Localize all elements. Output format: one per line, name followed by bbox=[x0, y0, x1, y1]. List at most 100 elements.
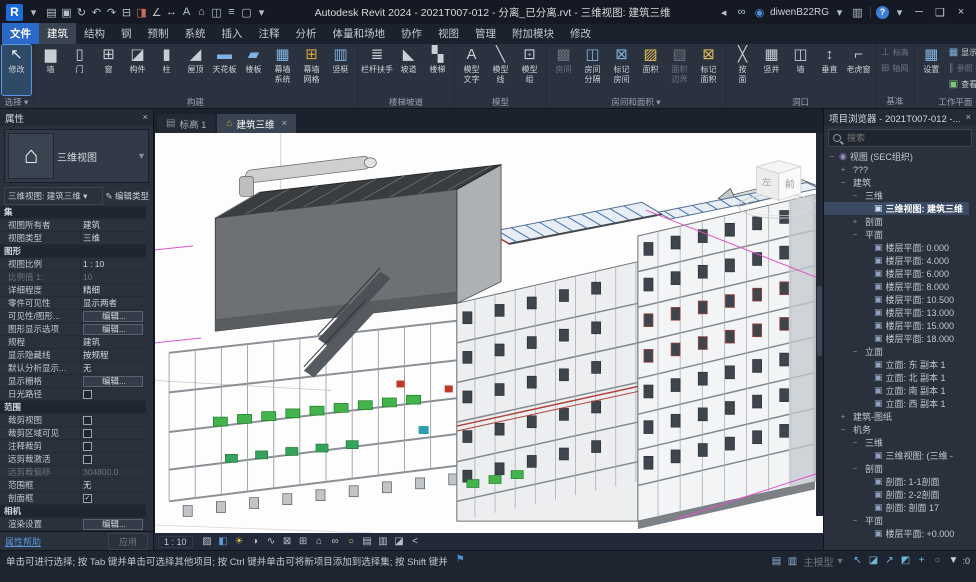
stair-button[interactable]: ▚楼梯 bbox=[423, 45, 452, 95]
window-button[interactable]: ⊞窗 bbox=[94, 45, 123, 95]
dormer-opening-button[interactable]: ⌐老虎窗 bbox=[844, 45, 873, 95]
property-value[interactable] bbox=[80, 427, 146, 439]
model-text-button[interactable]: A模型 文字 bbox=[457, 45, 486, 95]
tree-item[interactable]: 楼层平面: 15.000 bbox=[824, 319, 969, 332]
property-row[interactable]: 可见性/图形...编辑... bbox=[0, 310, 146, 323]
view-tab-level-1[interactable]: ▤ 标高 1 bbox=[157, 114, 215, 133]
modify-button[interactable]: ↖修改 bbox=[2, 45, 31, 95]
property-value[interactable]: 三维 bbox=[80, 232, 146, 244]
ribbon-tab[interactable]: 系统 bbox=[177, 23, 214, 44]
property-row[interactable]: 远剪裁激活 bbox=[0, 453, 146, 466]
area-button[interactable]: ▨面积 bbox=[636, 45, 665, 95]
close-button[interactable]: × bbox=[952, 4, 970, 20]
tree-expander-icon[interactable]: + bbox=[851, 217, 859, 226]
ribbon-tab[interactable]: 注释 bbox=[251, 23, 288, 44]
room-separator-button[interactable]: ◫房间 分隔 bbox=[578, 45, 607, 95]
scroll-left-icon[interactable]: < bbox=[408, 535, 423, 549]
roof-button[interactable]: ◢屋顶 bbox=[181, 45, 210, 95]
ref-plane-button[interactable]: ∥参照 平面 bbox=[946, 61, 976, 77]
tree-expander-icon[interactable]: − bbox=[851, 438, 859, 447]
property-row[interactable]: 图形显示选项编辑... bbox=[0, 323, 146, 336]
property-value[interactable] bbox=[80, 440, 146, 452]
curtain-system-button[interactable]: ▦幕墙 系统 bbox=[268, 45, 297, 95]
curtain-grid-button[interactable]: ⊞幕墙 网格 bbox=[297, 45, 326, 95]
ribbon-tab[interactable]: 体量和场地 bbox=[325, 23, 394, 44]
property-value[interactable]: 显示两者 bbox=[80, 297, 146, 309]
property-row[interactable]: 视图所有者建筑 bbox=[0, 219, 146, 232]
help-icon[interactable]: ? bbox=[876, 6, 889, 19]
property-value[interactable]: 建筑 bbox=[80, 336, 146, 348]
show-work-plane-button[interactable]: ▦显示 bbox=[946, 45, 976, 61]
property-row[interactable]: 规程建筑 bbox=[0, 336, 146, 349]
crop-view-icon[interactable]: ⊠ bbox=[280, 535, 295, 549]
tree-expander-icon[interactable]: + bbox=[839, 412, 847, 421]
canvas-vertical-scrollbar[interactable] bbox=[816, 133, 823, 516]
restore-button[interactable]: ❑ bbox=[931, 4, 949, 20]
apply-button[interactable]: 应用 bbox=[108, 533, 148, 550]
tree-item[interactable]: 楼层平面: 10.500 bbox=[824, 293, 969, 306]
tree-item[interactable]: +剖面 bbox=[824, 215, 969, 228]
property-row[interactable]: 集 bbox=[0, 206, 146, 219]
reveal-constraints-icon[interactable]: ∞ bbox=[328, 535, 343, 549]
set-work-plane-button[interactable]: ▦设置 bbox=[917, 45, 946, 95]
tree-item[interactable]: 立面: 南 副本 1 bbox=[824, 384, 969, 397]
tree-item[interactable]: −三维 bbox=[824, 436, 969, 449]
drawing-canvas[interactable]: 左 前 bbox=[154, 133, 823, 533]
tree-expander-icon[interactable]: − bbox=[851, 516, 859, 525]
vertical-opening-button[interactable]: ↕垂直 bbox=[815, 45, 844, 95]
wall-opening-button[interactable]: ◫墙 bbox=[786, 45, 815, 95]
background-processes-icon[interactable]: ○ bbox=[930, 554, 944, 567]
ribbon-tab[interactable]: 附加模块 bbox=[504, 23, 562, 44]
tree-item[interactable]: 楼层平面: 6.000 bbox=[824, 267, 969, 280]
instance-selector[interactable]: 三维视图: 建筑三维 ▾ bbox=[4, 187, 103, 205]
drag-on-selection-icon[interactable]: + bbox=[914, 554, 928, 567]
shaft-opening-button[interactable]: ▦竖井 bbox=[757, 45, 786, 95]
search-input[interactable] bbox=[845, 132, 967, 144]
tree-item[interactable]: 三维视图: (三维 - bbox=[824, 449, 969, 462]
tree-expander-icon[interactable]: − bbox=[851, 347, 859, 356]
filter-icon[interactable]: ▼ bbox=[946, 554, 960, 567]
tree-expander-icon[interactable]: − bbox=[851, 464, 859, 473]
property-value[interactable] bbox=[80, 453, 146, 465]
print-icon[interactable]: ⊟ bbox=[119, 4, 134, 20]
property-row[interactable]: 范围框无 bbox=[0, 479, 146, 492]
property-row[interactable]: 详细程度精细 bbox=[0, 284, 146, 297]
view-tab-close-icon[interactable]: × bbox=[281, 118, 287, 129]
tree-expander-icon[interactable]: − bbox=[828, 152, 836, 161]
tree-item[interactable]: 剖面: 2-2剖面 bbox=[824, 488, 969, 501]
collapse-caret-icon[interactable]: ◂ bbox=[716, 4, 731, 20]
property-row[interactable]: 显示隐藏线按规程 bbox=[0, 349, 146, 362]
column-button[interactable]: ▮柱 bbox=[152, 45, 181, 95]
property-value[interactable] bbox=[80, 492, 146, 504]
thin-lines-icon[interactable]: ≡ bbox=[224, 4, 239, 20]
area-boundary-button[interactable]: ▧面积 边界 bbox=[665, 45, 694, 95]
tree-item[interactable]: −平面 bbox=[824, 514, 969, 527]
property-row[interactable]: 默认分析显示...无 bbox=[0, 362, 146, 375]
tag-room-button[interactable]: ⊠标记 房间 bbox=[607, 45, 636, 95]
browser-search[interactable] bbox=[828, 129, 972, 147]
ribbon-tab[interactable]: 结构 bbox=[76, 23, 113, 44]
ribbon-group-label[interactable]: 选择 ▾ bbox=[0, 96, 33, 109]
property-row[interactable]: 零件可见性显示两者 bbox=[0, 297, 146, 310]
view-scale-button[interactable]: 1 : 10 bbox=[158, 536, 193, 548]
tree-expander-icon[interactable]: − bbox=[851, 230, 859, 239]
property-row[interactable]: 视图类型三维 bbox=[0, 232, 146, 245]
tree-item[interactable]: 楼层平面: 0.000 bbox=[824, 241, 969, 254]
component-button[interactable]: ◪构件 bbox=[123, 45, 152, 95]
property-row[interactable]: 相机 bbox=[0, 505, 146, 518]
detail-level-icon[interactable]: ▨ bbox=[200, 535, 215, 549]
properties-close-icon[interactable]: × bbox=[142, 112, 148, 123]
railing-button[interactable]: ≣栏杆扶手 bbox=[360, 45, 394, 95]
tree-item[interactable]: 剖面: 剖面 17 bbox=[824, 501, 969, 514]
property-value[interactable] bbox=[80, 414, 146, 426]
type-selector[interactable]: ⌂ 三维视图 ▾ bbox=[4, 129, 149, 183]
ribbon-tab[interactable]: 文件 bbox=[2, 23, 39, 44]
mullion-button[interactable]: ▥竖梃 bbox=[326, 45, 355, 95]
ribbon-group-label[interactable]: 房间和面积 ▾ bbox=[547, 96, 725, 109]
property-row[interactable]: 显示栅格编辑... bbox=[0, 375, 146, 388]
select-underlay-icon[interactable]: ◪ bbox=[866, 554, 880, 567]
grid-button[interactable]: ⊞轴网 bbox=[878, 61, 912, 77]
property-value[interactable]: 按规程 bbox=[80, 349, 146, 361]
redo-icon[interactable]: ↷ bbox=[104, 4, 119, 20]
property-value[interactable]: 编辑... bbox=[83, 311, 143, 322]
